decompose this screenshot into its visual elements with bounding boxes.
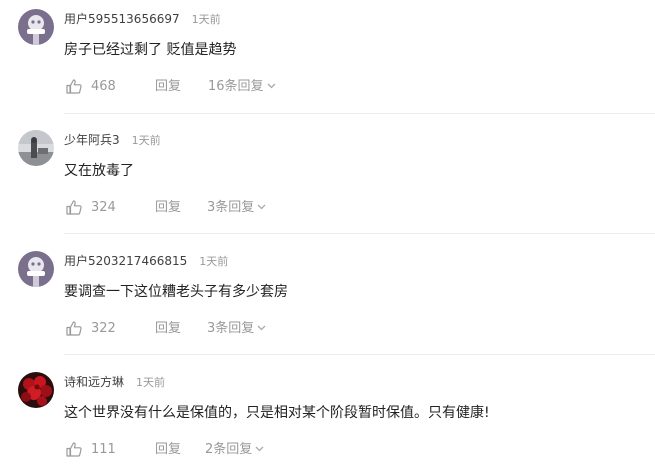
comment-text: 要调查一下这位糟老头子有多少套房 (64, 284, 288, 300)
chevron-down-icon (257, 325, 266, 331)
comment-divider (64, 113, 655, 114)
chevron-down-icon (257, 204, 266, 210)
reply-button[interactable]: 回复 (155, 77, 181, 97)
reply-button[interactable]: 回复 (155, 198, 181, 218)
user-avatar[interactable] (18, 251, 54, 287)
user-avatar[interactable] (18, 372, 54, 408)
comment-time: 1天前 (136, 376, 166, 389)
replies-count-label: 2条回复 (205, 442, 253, 457)
comment-author[interactable]: 少年阿兵3 1天前 (64, 132, 161, 149)
chevron-down-icon (255, 446, 264, 452)
comment-time: 1天前 (199, 255, 229, 268)
comment-text: 这个世界没有什么是保值的，只是相对某个阶段暂时保值。只有健康! (64, 405, 490, 421)
thumbs-up-icon (66, 200, 82, 215)
replies-count-label: 3条回复 (207, 200, 255, 215)
comment-author[interactable]: 用户5203217466815 1天前 (64, 253, 228, 270)
comment-time: 1天前 (131, 134, 161, 147)
comment-divider (64, 354, 655, 355)
like-count: 322 (91, 321, 116, 336)
user-avatar[interactable] (18, 9, 54, 45)
view-replies-button[interactable]: 16条回复 (208, 77, 276, 97)
view-replies-button[interactable]: 2条回复 (205, 440, 264, 460)
username[interactable]: 诗和远方琳 (64, 375, 124, 389)
username[interactable]: 用户5203217466815 (64, 254, 187, 268)
username[interactable]: 用户595513656697 (64, 12, 180, 26)
comment-time: 1天前 (191, 13, 221, 26)
view-replies-button[interactable]: 3条回复 (207, 198, 266, 218)
comment-text: 又在放毒了 (64, 163, 134, 179)
reply-button[interactable]: 回复 (155, 440, 181, 460)
chevron-down-icon (267, 83, 276, 89)
reply-button[interactable]: 回复 (155, 319, 181, 339)
like-count: 468 (91, 79, 116, 94)
like-count: 111 (91, 442, 116, 457)
view-replies-button[interactable]: 3条回复 (207, 319, 266, 339)
username[interactable]: 少年阿兵3 (64, 133, 120, 147)
thumbs-up-icon (66, 442, 82, 457)
thumbs-up-icon (66, 79, 82, 94)
comment-author[interactable]: 用户595513656697 1天前 (64, 11, 221, 28)
like-count: 324 (91, 200, 116, 215)
comment-divider (64, 233, 655, 234)
replies-count-label: 3条回复 (207, 321, 255, 336)
thumbs-up-icon (66, 321, 82, 336)
replies-count-label: 16条回复 (208, 79, 264, 94)
comment-author[interactable]: 诗和远方琳 1天前 (64, 374, 165, 391)
user-avatar[interactable] (18, 130, 54, 166)
comment-text: 房子已经过剩了 贬值是趋势 (64, 42, 237, 58)
